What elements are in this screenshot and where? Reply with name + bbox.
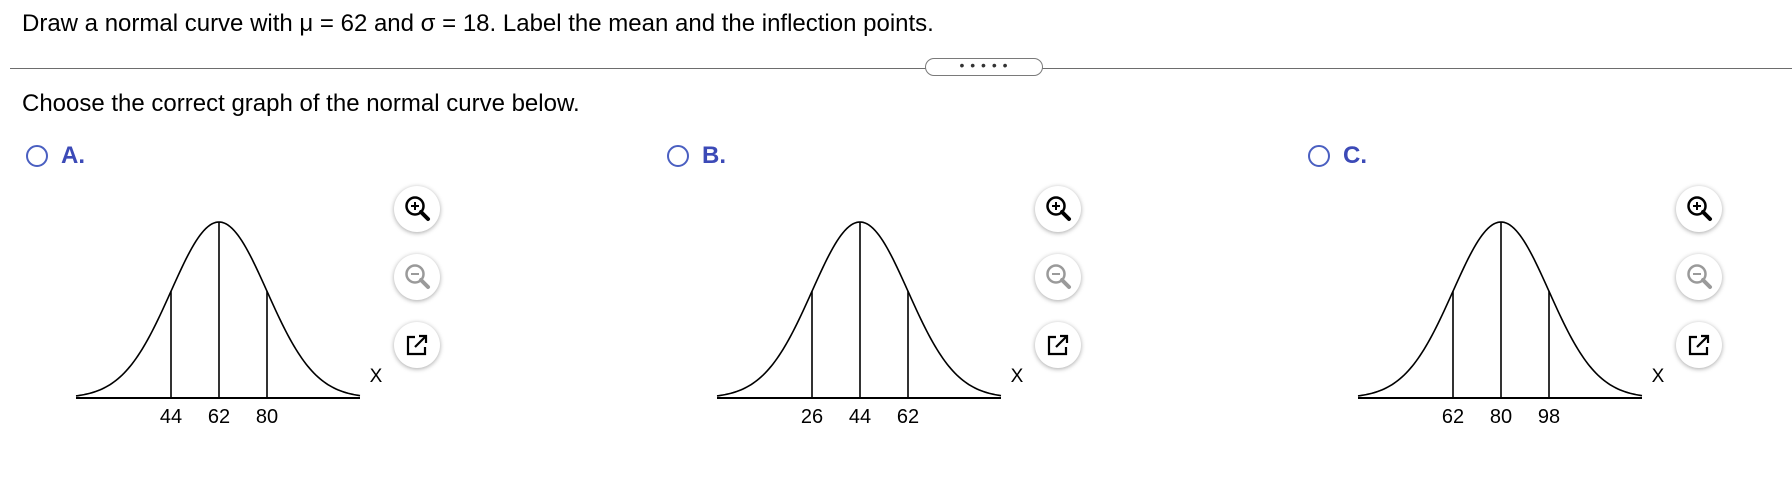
popout-button[interactable]: [394, 322, 440, 368]
tick-label-right: 80: [256, 406, 278, 428]
tick-label-mean: 44: [849, 406, 871, 428]
normal-curve: [716, 221, 1002, 397]
divider: [10, 68, 1792, 69]
tick-label-left: 26: [801, 406, 823, 428]
popout-button[interactable]: [1035, 322, 1081, 368]
normal-curve: [75, 221, 361, 397]
zoom-out-button[interactable]: [394, 254, 440, 300]
tick-label-right: 98: [1538, 406, 1560, 428]
zoom-out-icon: [405, 264, 430, 289]
popout-icon: [406, 334, 428, 356]
expand-dots: • • • • •: [959, 57, 1009, 73]
popout-icon: [1688, 334, 1710, 356]
tick-label-mean: 62: [208, 406, 230, 428]
zoom-in-button[interactable]: [1676, 186, 1722, 232]
normal-curve: [1357, 221, 1643, 397]
zoom-in-icon: [405, 196, 430, 221]
tick-label-left: 44: [160, 406, 182, 428]
zoom-out-button[interactable]: [1035, 254, 1081, 300]
zoom-in-button[interactable]: [394, 186, 440, 232]
x-axis-label: X: [370, 366, 383, 387]
zoom-out-icon: [1046, 264, 1071, 289]
x-axis-label: X: [1652, 366, 1665, 387]
tick-label-left: 62: [1442, 406, 1464, 428]
tick-label-mean: 80: [1490, 406, 1512, 428]
option-c: C. 62 80 98 X: [1304, 142, 1792, 442]
zoom-out-button[interactable]: [1676, 254, 1722, 300]
expand-button[interactable]: • • • • •: [925, 58, 1043, 76]
tick-label-right: 62: [897, 406, 919, 428]
prompt-text: Choose the correct graph of the normal c…: [22, 90, 580, 117]
popout-icon: [1047, 334, 1069, 356]
zoom-out-icon: [1687, 264, 1712, 289]
x-axis-label: X: [1011, 366, 1024, 387]
popout-button[interactable]: [1676, 322, 1722, 368]
zoom-in-button[interactable]: [1035, 186, 1081, 232]
zoom-in-icon: [1046, 196, 1071, 221]
option-b: B. 26 44 62 X: [663, 142, 1263, 442]
option-b-graph: 26 44 62 X: [716, 221, 1024, 428]
option-a-graph: 44 62 80 X: [75, 221, 383, 428]
option-a: A. 44 62 80 X: [22, 142, 622, 442]
zoom-in-icon: [1687, 196, 1712, 221]
question-text: Draw a normal curve with μ = 62 and σ = …: [22, 10, 934, 37]
option-c-graph: 62 80 98 X: [1357, 221, 1665, 428]
